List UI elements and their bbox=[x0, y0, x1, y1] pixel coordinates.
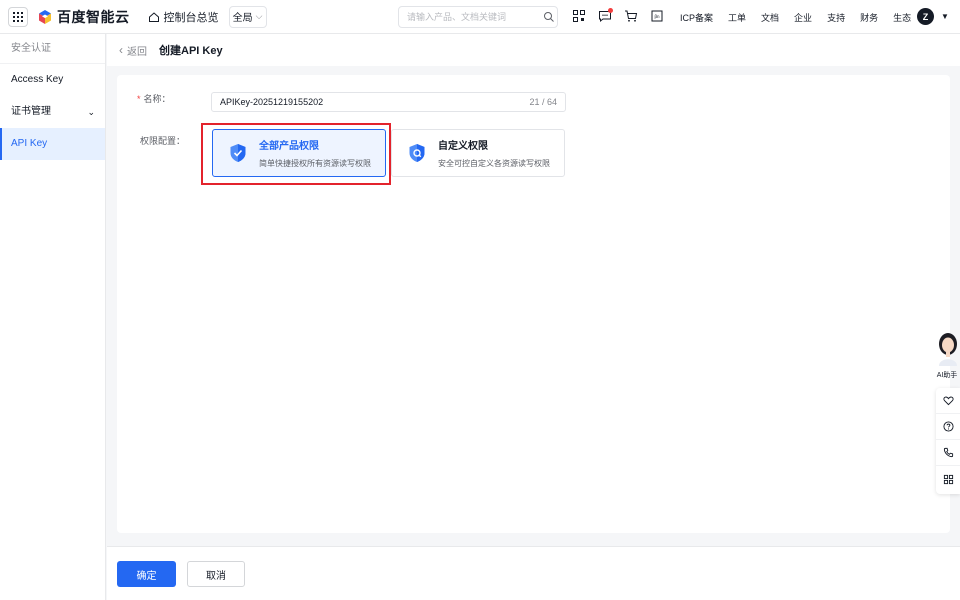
back-button[interactable]: ‹ 返回 bbox=[119, 43, 147, 58]
chevron-down-icon: ⌄ bbox=[87, 107, 95, 117]
console-overview-label: 控制台总览 bbox=[163, 11, 219, 24]
char-count: 21 / 64 bbox=[529, 97, 557, 107]
confirm-button[interactable]: 确定 bbox=[117, 561, 176, 587]
search-icon[interactable] bbox=[543, 11, 555, 23]
sidebar-item-label: Access Key bbox=[11, 74, 64, 85]
sidebar-item-certificates[interactable]: 证书管理 ⌄ bbox=[0, 96, 105, 128]
chevron-down-icon: ⌵ bbox=[255, 11, 263, 21]
cancel-button[interactable]: 取消 bbox=[187, 561, 245, 587]
question-icon bbox=[942, 421, 954, 432]
search-input[interactable] bbox=[407, 12, 539, 22]
nav-link-enterprise[interactable]: 企业 bbox=[794, 11, 812, 24]
ai-assistant-widget[interactable]: AI助手 bbox=[934, 332, 960, 382]
page-header: ‹ 返回 创建API Key bbox=[107, 34, 960, 66]
name-row: * 名称： bbox=[137, 92, 212, 105]
name-field: 21 / 64 bbox=[211, 92, 566, 112]
permission-option-custom[interactable]: 自定义权限 安全可控自定义各资源读写权限 bbox=[391, 129, 565, 177]
shield-custom-icon bbox=[409, 144, 425, 162]
home-icon bbox=[148, 11, 159, 22]
nav-link-ticket[interactable]: 工单 bbox=[728, 11, 746, 24]
sidebar: 安全认证 Access Key 证书管理 ⌄ API Key bbox=[0, 34, 106, 600]
option-description: 安全可控自定义各资源读写权限 bbox=[438, 159, 550, 168]
region-label: 全局 bbox=[232, 13, 253, 24]
name-input[interactable] bbox=[220, 97, 480, 107]
help-button[interactable] bbox=[936, 414, 960, 440]
page-title: 创建API Key bbox=[159, 45, 223, 57]
name-label: * 名称： bbox=[137, 94, 171, 104]
assistant-avatar bbox=[939, 333, 957, 366]
nav-link-ecosystem[interactable]: 生态 bbox=[893, 11, 911, 24]
phone-icon bbox=[943, 447, 953, 458]
chevron-left-icon: ‹ bbox=[119, 43, 123, 57]
nav-link-support[interactable]: 支持 bbox=[827, 11, 845, 24]
baidu-cloud-logo-icon bbox=[39, 9, 51, 24]
brand-name: 百度智能云 bbox=[57, 8, 130, 25]
assistant-label: AI助手 bbox=[936, 372, 958, 379]
required-mark: * bbox=[137, 94, 141, 104]
sidebar-item-label: 证书管理 bbox=[11, 106, 51, 117]
sidebar-title: 安全认证 bbox=[0, 34, 105, 64]
notification-dot bbox=[608, 8, 613, 13]
floating-toolbar bbox=[936, 388, 960, 494]
sidebar-item-label: API Key bbox=[11, 138, 48, 149]
back-label: 返回 bbox=[127, 46, 147, 58]
option-title: 全部产品权限 bbox=[259, 141, 319, 152]
sidebar-item-api-key[interactable]: API Key bbox=[0, 128, 105, 160]
heart-icon bbox=[942, 396, 954, 406]
qrcode-icon[interactable] bbox=[572, 9, 586, 23]
favorite-button[interactable] bbox=[936, 388, 960, 414]
cart-icon[interactable] bbox=[624, 9, 638, 23]
brand-logo[interactable]: 百度智能云 bbox=[37, 7, 130, 27]
nav-link-docs[interactable]: 文档 bbox=[761, 11, 779, 24]
option-description: 简单快捷授权所有资源读写权限 bbox=[259, 159, 371, 168]
user-avatar[interactable]: Z bbox=[917, 8, 934, 25]
svg-text:βn: βn bbox=[654, 14, 660, 19]
nav-icon-group: βn bbox=[572, 8, 676, 23]
beta-icon[interactable]: βn bbox=[650, 9, 664, 23]
app-grid-button[interactable] bbox=[8, 6, 28, 27]
console-overview-link[interactable]: 控制台总览 bbox=[148, 9, 219, 25]
search-box bbox=[398, 6, 558, 28]
permission-option-all-products[interactable]: 全部产品权限 简单快捷授权所有资源读写权限 bbox=[212, 129, 386, 177]
nav-link-finance[interactable]: 财务 bbox=[860, 11, 878, 24]
message-icon[interactable] bbox=[598, 8, 613, 23]
option-title: 自定义权限 bbox=[438, 141, 488, 152]
region-selector[interactable]: 全局 ⌵ bbox=[228, 5, 267, 28]
caret-down-icon[interactable]: ▼ bbox=[941, 12, 949, 21]
phone-button[interactable] bbox=[936, 440, 960, 466]
nav-link-icp[interactable]: ICP备案 bbox=[680, 11, 713, 24]
sidebar-item-access-key[interactable]: Access Key bbox=[0, 64, 105, 96]
form-card: *名称： 21 / 64 权限配置： 全部产品权限 简单快捷授权所有资源读写权限… bbox=[117, 75, 950, 533]
shield-check-icon bbox=[230, 144, 246, 162]
nav-links: ICP备案 工单 文档 企业 支持 财务 生态 bbox=[680, 0, 926, 34]
apps-grid-icon bbox=[943, 474, 953, 484]
permission-label: 权限配置： bbox=[140, 136, 186, 146]
grid-icon bbox=[13, 11, 23, 22]
footer-bar: 确定 取消 bbox=[107, 546, 960, 600]
apps-button[interactable] bbox=[936, 466, 960, 492]
top-navbar: 百度智能云 控制台总览 全局 ⌵ βn ICP备案 工单 文档 企业 支持 财务 bbox=[0, 0, 960, 34]
